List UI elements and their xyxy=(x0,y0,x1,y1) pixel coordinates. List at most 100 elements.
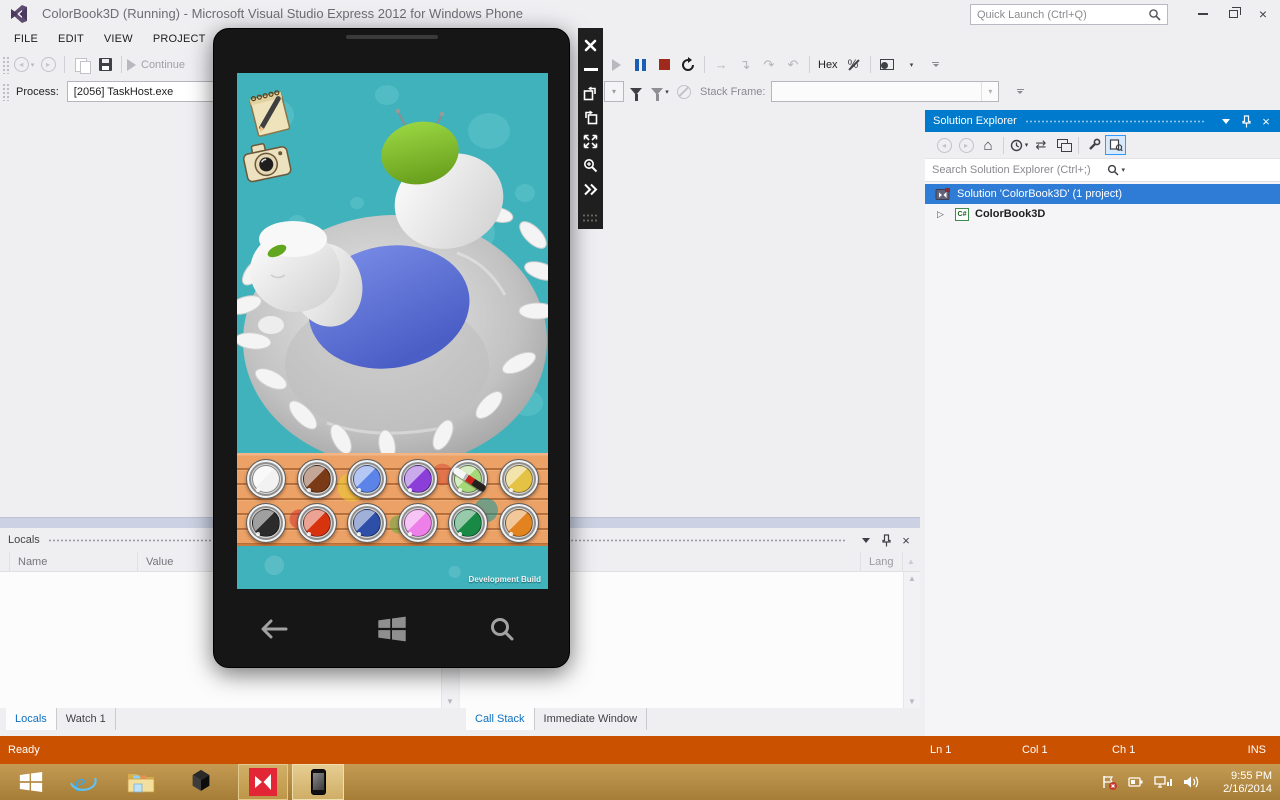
process-combobox[interactable]: [2056] TaskHost.exe xyxy=(67,81,219,102)
window-position-dropdown[interactable] xyxy=(858,532,874,548)
toggle-breakpoints-button[interactable]: % xyxy=(843,54,865,76)
taskbar-clock[interactable]: 9:55 PM 2/16/2014 xyxy=(1204,764,1272,800)
start-debug-button[interactable] xyxy=(605,54,627,76)
emulator-screen[interactable]: Development Build xyxy=(237,73,548,589)
tab-watch-1[interactable]: Watch 1 xyxy=(57,708,116,730)
speaker-icon[interactable] xyxy=(1182,774,1200,790)
tab-call-stack[interactable]: Call Stack xyxy=(466,708,535,730)
window-position-dropdown[interactable] xyxy=(1218,113,1234,129)
pending-changes-filter-button[interactable]: ▾ xyxy=(1009,135,1029,155)
emulator-toolbar-grip[interactable] xyxy=(582,213,599,222)
paint-pot[interactable] xyxy=(246,503,286,543)
solution-explorer-title-bar[interactable]: Solution Explorer × xyxy=(925,110,1280,132)
toolbar-grip[interactable] xyxy=(2,83,9,101)
filter-threads-button[interactable] xyxy=(625,81,647,103)
paint-pot[interactable] xyxy=(347,459,387,499)
paint-pot[interactable] xyxy=(448,503,488,543)
paint-pot[interactable] xyxy=(398,459,438,499)
menu-edit[interactable]: EDIT xyxy=(48,28,94,51)
action-center-flag-icon[interactable] xyxy=(1101,774,1118,791)
navigate-back-button[interactable]: ◂▾ xyxy=(13,54,35,76)
camera-icon[interactable] xyxy=(239,135,297,191)
fit-to-screen-icon[interactable] xyxy=(578,129,603,153)
restore-button[interactable] xyxy=(1218,0,1248,28)
toolbar-overflow-button[interactable] xyxy=(925,54,947,76)
home-icon[interactable]: ⌂ xyxy=(978,135,998,155)
menu-project[interactable]: PROJECT xyxy=(143,28,216,51)
visual-studio-taskbar-button[interactable] xyxy=(238,764,288,800)
paint-pot[interactable] xyxy=(448,459,488,499)
stack-frame-combobox[interactable]: ▾ xyxy=(771,81,999,102)
paint-pot[interactable] xyxy=(499,503,539,543)
call-stack-vertical-scrollbar[interactable]: ▲▼ xyxy=(903,572,920,708)
phone-search-button[interactable] xyxy=(488,615,516,643)
menu-view[interactable]: VIEW xyxy=(94,28,143,51)
paint-pot[interactable] xyxy=(499,459,539,499)
close-icon[interactable]: × xyxy=(898,532,914,548)
continue-button[interactable]: Continue xyxy=(127,54,185,76)
solution-explorer-search-input[interactable]: Search Solution Explorer (Ctrl+;) ▾ xyxy=(925,159,1280,182)
phone-back-button[interactable] xyxy=(258,617,290,641)
pause-button[interactable] xyxy=(629,54,651,76)
toolbar-grip[interactable] xyxy=(2,56,9,74)
close-button[interactable]: × xyxy=(1248,0,1278,28)
output-dropdown[interactable]: ▾ xyxy=(901,54,923,76)
tab-immediate-window[interactable]: Immediate Window xyxy=(535,708,648,730)
hex-display-button[interactable]: Hex xyxy=(815,54,841,76)
paint-pot[interactable] xyxy=(297,503,337,543)
forward-button[interactable]: ▸ xyxy=(956,135,976,155)
quick-launch-input[interactable]: Quick Launch (Ctrl+Q) xyxy=(970,4,1168,25)
solution-node[interactable]: Solution 'ColorBook3D' (1 project) xyxy=(925,184,1280,204)
pin-icon[interactable] xyxy=(878,532,894,548)
rotate-left-icon[interactable] xyxy=(578,81,603,105)
refresh-icon[interactable]: ⇄ xyxy=(1031,135,1051,155)
language-column-header[interactable]: Lang xyxy=(860,552,903,571)
stop-debug-button[interactable] xyxy=(653,54,675,76)
save-all-button[interactable] xyxy=(94,54,116,76)
network-icon[interactable] xyxy=(1154,774,1173,790)
output-window-button[interactable] xyxy=(876,54,898,76)
phone-emulator-taskbar-button[interactable] xyxy=(292,764,344,800)
paint-pot[interactable] xyxy=(246,459,286,499)
paint-pot[interactable] xyxy=(297,459,337,499)
paint-pot[interactable] xyxy=(398,503,438,543)
project-node[interactable]: ▷ C# ColorBook3D xyxy=(925,204,1280,224)
back-button[interactable]: ◂ xyxy=(934,135,954,155)
emulator-minimize-button[interactable] xyxy=(578,57,603,81)
unity-button[interactable] xyxy=(178,764,224,800)
step-into-button[interactable]: ↴ xyxy=(734,54,756,76)
properties-wrench-icon[interactable] xyxy=(1084,135,1104,155)
close-icon[interactable]: × xyxy=(1258,113,1274,129)
expand-tools-icon[interactable] xyxy=(578,177,603,201)
new-file-button[interactable] xyxy=(70,54,92,76)
collapse-all-icon[interactable] xyxy=(1053,135,1073,155)
step-out-button[interactable]: ↶ xyxy=(782,54,804,76)
internet-explorer-button[interactable]: e xyxy=(60,764,106,800)
start-button[interactable] xyxy=(8,764,54,800)
step-over-button[interactable]: ↷ xyxy=(758,54,780,76)
sketchbook-icon[interactable] xyxy=(243,83,297,139)
scroll-up-icon[interactable]: ▲ xyxy=(903,552,920,571)
name-column-header[interactable]: Name xyxy=(10,552,138,571)
paint-pot[interactable] xyxy=(347,503,387,543)
minimize-button[interactable] xyxy=(1188,0,1218,28)
tab-locals[interactable]: Locals xyxy=(6,708,57,730)
file-explorer-button[interactable] xyxy=(118,764,164,800)
show-next-statement-button[interactable]: → xyxy=(710,54,732,76)
phone-start-button[interactable] xyxy=(376,613,408,645)
search-icon[interactable]: ▾ xyxy=(1100,164,1280,177)
thread-combobox[interactable]: ▾ xyxy=(604,81,624,102)
preview-selected-items-button[interactable] xyxy=(1105,135,1126,155)
menu-file[interactable]: FILE xyxy=(4,28,48,51)
expander-icon[interactable]: ▷ xyxy=(937,209,947,220)
pin-icon[interactable] xyxy=(1238,113,1254,129)
suspend-threads-button[interactable] xyxy=(673,81,695,103)
rotate-right-icon[interactable] xyxy=(578,105,603,129)
emulator-close-button[interactable] xyxy=(578,33,603,57)
battery-icon[interactable] xyxy=(1127,774,1145,790)
toolbar-overflow-button[interactable] xyxy=(1009,81,1031,103)
zoom-icon[interactable] xyxy=(578,153,603,177)
restart-button[interactable] xyxy=(677,54,699,76)
filter-flagged-button[interactable]: ▾ xyxy=(649,81,671,103)
navigate-forward-button[interactable]: ▸ xyxy=(37,54,59,76)
